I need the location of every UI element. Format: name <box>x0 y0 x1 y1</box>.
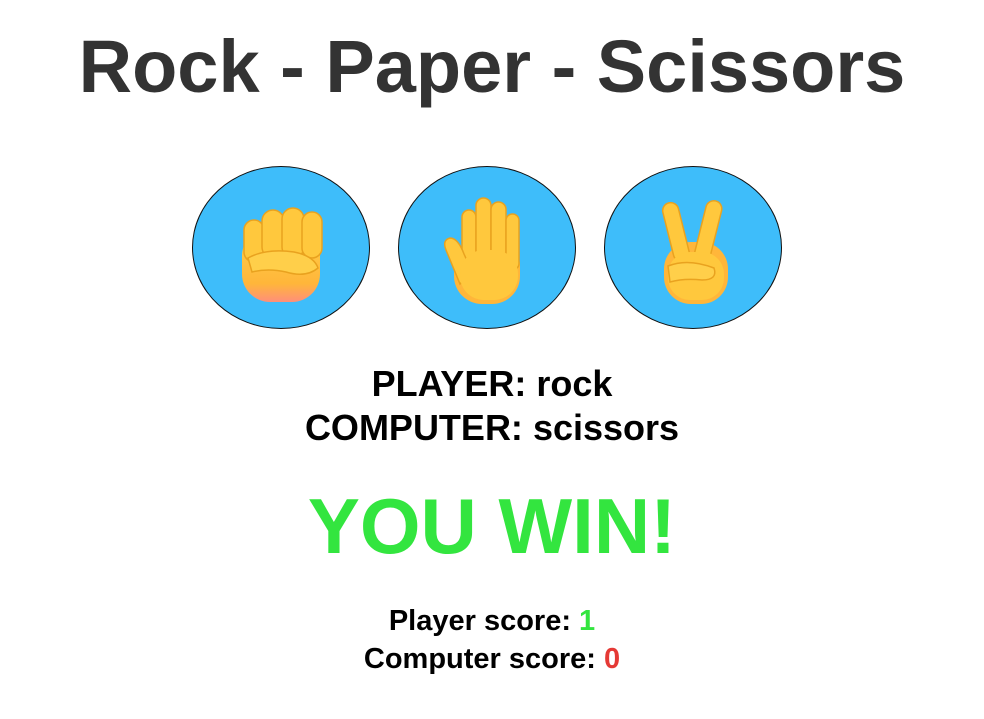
choice-buttons <box>0 166 984 331</box>
page-title: Rock - Paper - Scissors <box>78 25 906 108</box>
computer-pick-value: scissors <box>532 407 680 448</box>
victory-hand-icon <box>661 199 728 304</box>
player-score-value: 1 <box>579 605 596 637</box>
paper-button[interactable] <box>398 166 576 329</box>
raised-hand-icon <box>443 196 520 304</box>
computer-score-value: 0 <box>603 643 621 675</box>
computer-score: Computer score: 0 <box>0 640 984 678</box>
player-score-label: Player score: <box>388 605 571 637</box>
fist-icon <box>242 206 323 302</box>
round-picks: PLAYER: rock COMPUTER: scissors <box>0 362 984 450</box>
player-score: Player score: 1 <box>0 602 984 640</box>
scissors-button[interactable] <box>604 166 782 329</box>
player-pick-value: rock <box>536 363 613 404</box>
computer-pick-label: COMPUTER: <box>304 407 523 448</box>
computer-score-label: Computer score: <box>363 643 596 675</box>
player-pick: PLAYER: rock <box>0 362 984 406</box>
rock-button[interactable] <box>192 166 370 329</box>
scoreboard: Player score: 1 Computer score: 0 <box>0 602 984 678</box>
computer-pick: COMPUTER: scissors <box>0 406 984 450</box>
result-text: YOU WIN! <box>307 482 677 570</box>
player-pick-label: PLAYER: <box>371 363 527 404</box>
